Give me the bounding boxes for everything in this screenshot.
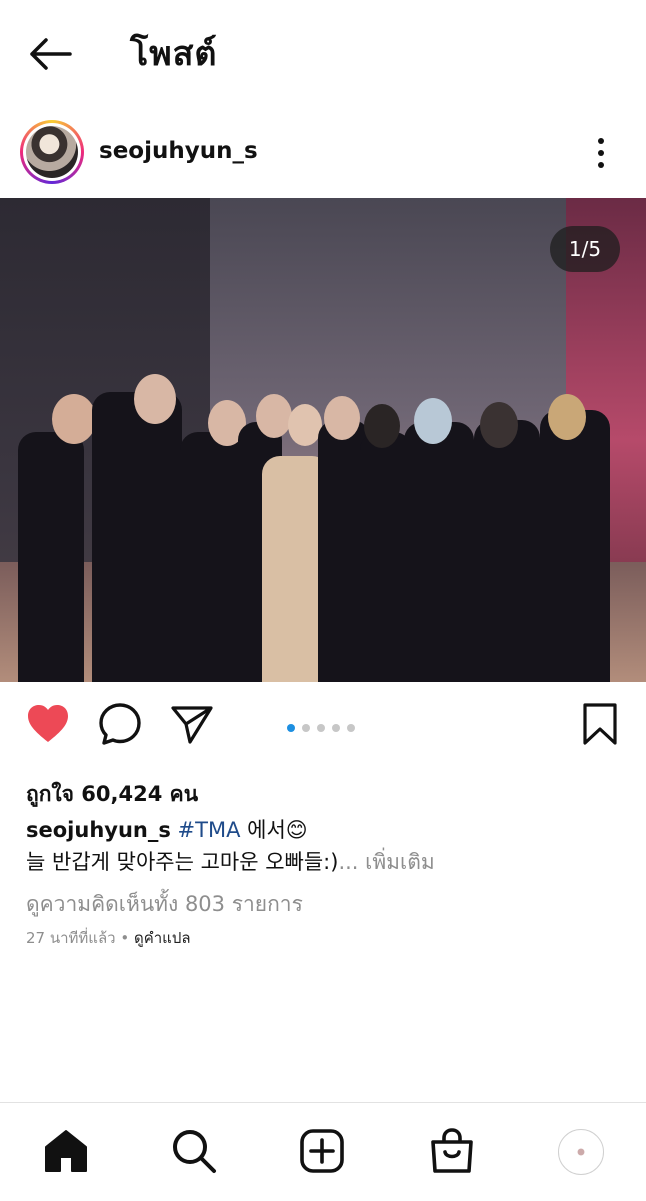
avatar[interactable] [20, 120, 84, 184]
hashtag-link[interactable]: #TMA [178, 818, 241, 842]
bookmark-icon[interactable] [576, 700, 624, 748]
caption-username[interactable]: seojuhyun_s [26, 818, 171, 842]
view-comments-link[interactable]: ดูความคิดเห็นทั้ง 803 รายการ [26, 888, 303, 921]
page-title: โพสต์ [130, 34, 218, 74]
carousel-dot [332, 724, 340, 732]
meta-separator: • [115, 929, 134, 947]
photo-counter-badge: 1/5 [550, 226, 620, 272]
carousel-dot [347, 724, 355, 732]
post-photo[interactable] [0, 198, 646, 682]
arrow-left-icon[interactable] [26, 34, 74, 74]
avatar-image [26, 126, 78, 178]
bottom-navigation [0, 1102, 646, 1201]
shop-icon[interactable] [426, 1125, 478, 1177]
more-options-icon[interactable] [590, 134, 614, 172]
caption-text-line2: 늘 반갑게 맞아주는 고마운 오빠들:) [26, 850, 339, 874]
carousel-dot [317, 724, 325, 732]
comment-icon[interactable] [96, 700, 144, 748]
post-time: 27 นาทีที่แล้ว [26, 929, 116, 947]
caption: seojuhyun_s #TMA 에서😊 늘 반갑게 맞아주는 고마운 오빠들:… [26, 814, 626, 878]
post-header: seojuhyun_s [0, 118, 646, 188]
carousel-dot [302, 724, 310, 732]
action-bar [0, 690, 646, 760]
carousel-indicator [287, 717, 362, 732]
heart-filled-icon[interactable] [24, 700, 72, 748]
new-post-icon[interactable] [296, 1125, 348, 1177]
top-bar: โพสต์ [0, 0, 646, 108]
post-meta: 27 นาทีที่แล้ว • ดูคำแปล [26, 926, 191, 950]
share-icon[interactable] [168, 700, 216, 748]
more-link[interactable]: ... เพิ่มเติม [338, 850, 434, 874]
likes-count[interactable]: ถูกใจ 60,424 คน [26, 778, 198, 811]
carousel-dot [287, 724, 295, 732]
caption-text-line1: 에서😊 [240, 818, 308, 842]
home-icon[interactable] [40, 1125, 92, 1177]
translate-link[interactable]: ดูคำแปล [134, 929, 191, 947]
search-icon[interactable] [168, 1125, 220, 1177]
profile-avatar[interactable] [558, 1129, 604, 1175]
post-username[interactable]: seojuhyun_s [99, 138, 258, 164]
